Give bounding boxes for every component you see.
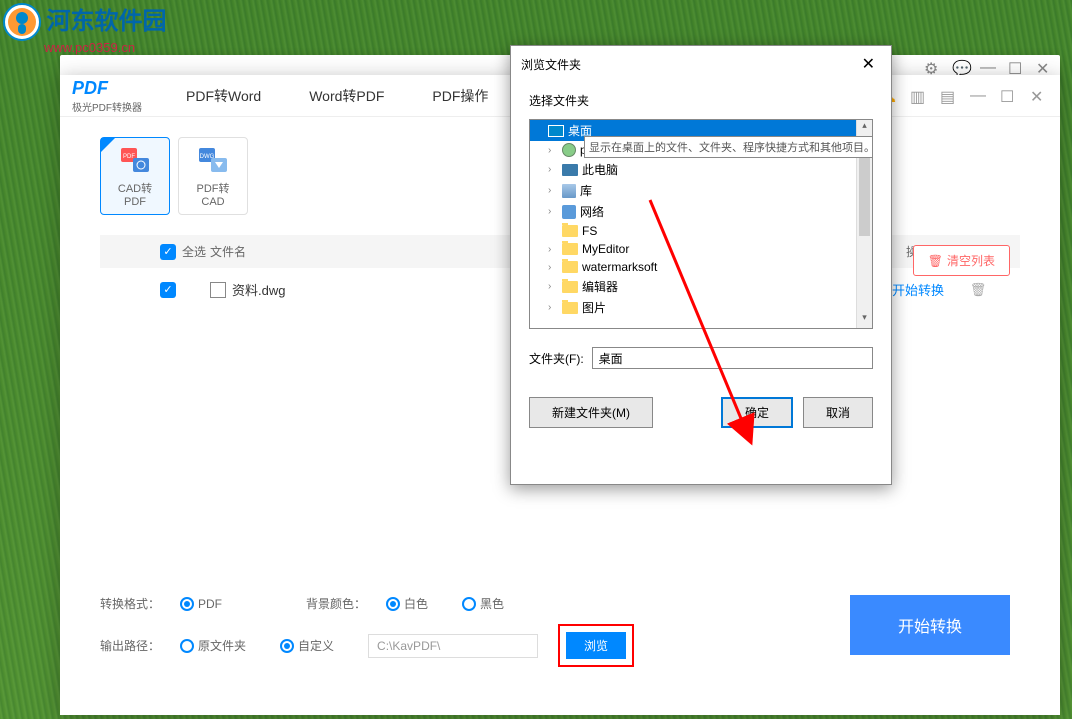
expand-icon[interactable]: ›	[548, 281, 558, 292]
net-icon	[562, 205, 576, 219]
mode-cad-to-pdf[interactable]: PDF CAD转PDF	[100, 137, 170, 215]
tree-item-label: 此电脑	[582, 161, 618, 178]
mode-pdf-to-cad[interactable]: DWG PDF转CAD	[178, 137, 248, 215]
close-icon[interactable]: ✕	[1030, 87, 1048, 105]
bg-white-radio[interactable]: 白色	[386, 595, 428, 612]
watermark-site-name: 河东软件园	[46, 10, 166, 34]
tree-item-label: 编辑器	[582, 278, 618, 295]
tree-item-label: 库	[580, 182, 592, 199]
tree-item-label: 图片	[582, 299, 606, 316]
dialog-subtitle: 选择文件夹	[529, 92, 873, 109]
watermark: 河东软件园 www.pc0359.cn	[2, 2, 166, 55]
path-original-radio[interactable]: 原文件夹	[180, 637, 246, 654]
tree-item-label: MyEditor	[582, 242, 629, 256]
folder-icon	[562, 225, 578, 237]
bg-black-radio[interactable]: 黑色	[462, 595, 504, 612]
tab-pdf-to-word[interactable]: PDF转Word	[182, 76, 265, 116]
feedback-icon[interactable]: ▥	[910, 87, 928, 105]
tree-item-此电脑[interactable]: › 此电脑	[530, 159, 872, 180]
maximize-icon[interactable]: ☐	[1008, 59, 1024, 75]
browse-highlight-annotation: 浏览	[558, 624, 634, 667]
tree-item-库[interactable]: ›库	[530, 180, 872, 201]
dialog-close-button[interactable]: ✕	[856, 54, 881, 74]
folder-icon	[562, 261, 578, 273]
format-label: 转换格式：	[100, 595, 160, 612]
thispc-icon	[562, 164, 578, 176]
gear-icon[interactable]: ⚙	[924, 59, 940, 75]
select-all-checkbox[interactable]: 全选	[160, 243, 210, 260]
expand-icon[interactable]: ›	[548, 145, 558, 156]
browse-folder-dialog: 浏览文件夹 ✕ 选择文件夹 桌面›pc›此电脑›库›网络FS›MyEditor›…	[510, 45, 892, 485]
browse-button[interactable]: 浏览	[566, 632, 626, 659]
expand-icon[interactable]: ›	[548, 206, 558, 217]
minimize-icon[interactable]: —	[980, 59, 996, 75]
folder-field-label: 文件夹(F):	[529, 350, 584, 367]
expand-icon[interactable]: ›	[548, 185, 558, 196]
output-path-input[interactable]	[368, 634, 538, 658]
row-delete-button[interactable]: 🗑	[948, 282, 1008, 298]
dwg-file-icon	[210, 282, 226, 298]
tree-item-label: 网络	[580, 203, 604, 220]
pdf-to-cad-icon: DWG	[197, 144, 229, 176]
minimize-icon[interactable]: —	[970, 87, 988, 105]
folder-name-input[interactable]	[592, 347, 873, 369]
tree-item-label: watermarksoft	[582, 260, 657, 274]
row-checkbox[interactable]	[160, 282, 210, 298]
output-path-label: 输出路径：	[100, 637, 160, 654]
tree-item-label: FS	[582, 224, 597, 238]
tab-word-to-pdf[interactable]: Word转PDF	[305, 76, 388, 116]
ok-button[interactable]: 确定	[721, 397, 793, 428]
folder-tooltip: 显示在桌面上的文件、文件夹、程序快捷方式和其他项目。	[584, 136, 873, 158]
tree-item-myeditor[interactable]: › MyEditor	[530, 240, 872, 258]
desktop-icon	[548, 125, 564, 137]
cancel-button[interactable]: 取消	[803, 397, 873, 428]
scroll-down-arrow[interactable]: ▾	[857, 312, 872, 328]
path-custom-radio[interactable]: 自定义	[280, 637, 334, 654]
tree-item-图片[interactable]: › 图片	[530, 297, 872, 318]
folder-icon	[562, 281, 578, 293]
clear-list-button[interactable]: 🗑 清空列表	[913, 245, 1010, 276]
row-convert-link[interactable]: 开始转换	[888, 280, 948, 299]
chat-bubble-icon[interactable]: 💬	[952, 59, 968, 75]
expand-icon[interactable]: ›	[548, 302, 558, 313]
scroll-up-arrow[interactable]: ▴	[857, 120, 872, 136]
close-icon[interactable]: ✕	[1036, 59, 1052, 75]
watermark-logo-icon	[2, 2, 42, 42]
tree-item-网络[interactable]: › 网络	[530, 201, 872, 222]
start-convert-button[interactable]: 开始转换	[850, 595, 1010, 655]
tab-pdf-ops[interactable]: PDF操作	[428, 76, 492, 116]
folder-icon	[562, 302, 578, 314]
cad-to-pdf-icon: PDF	[119, 144, 151, 176]
maximize-icon[interactable]: ☐	[1000, 87, 1018, 105]
dialog-title: 浏览文件夹	[521, 56, 581, 73]
expand-icon[interactable]: ›	[548, 164, 558, 175]
tree-item-编辑器[interactable]: › 编辑器	[530, 276, 872, 297]
folder-icon	[562, 243, 578, 255]
chat-icon[interactable]: ▤	[940, 87, 958, 105]
expand-icon[interactable]: ›	[548, 262, 558, 273]
format-pdf-radio[interactable]: PDF	[180, 597, 222, 611]
expand-icon[interactable]: ›	[548, 244, 558, 255]
trash-icon: 🗑	[928, 254, 943, 268]
folder-tree[interactable]: 桌面›pc›此电脑›库›网络FS›MyEditor›watermarksoft›…	[529, 119, 873, 329]
tree-item-watermarksoft[interactable]: › watermarksoft	[530, 258, 872, 276]
new-folder-button[interactable]: 新建文件夹(M)	[529, 397, 653, 428]
lib-icon	[562, 184, 576, 198]
app-logo: PDF 极光PDF转换器	[72, 78, 142, 114]
bg-color-label: 背景颜色：	[306, 595, 366, 612]
pc-icon	[562, 143, 576, 157]
tree-item-fs[interactable]: FS	[530, 222, 872, 240]
watermark-url: www.pc0359.cn	[44, 40, 166, 55]
